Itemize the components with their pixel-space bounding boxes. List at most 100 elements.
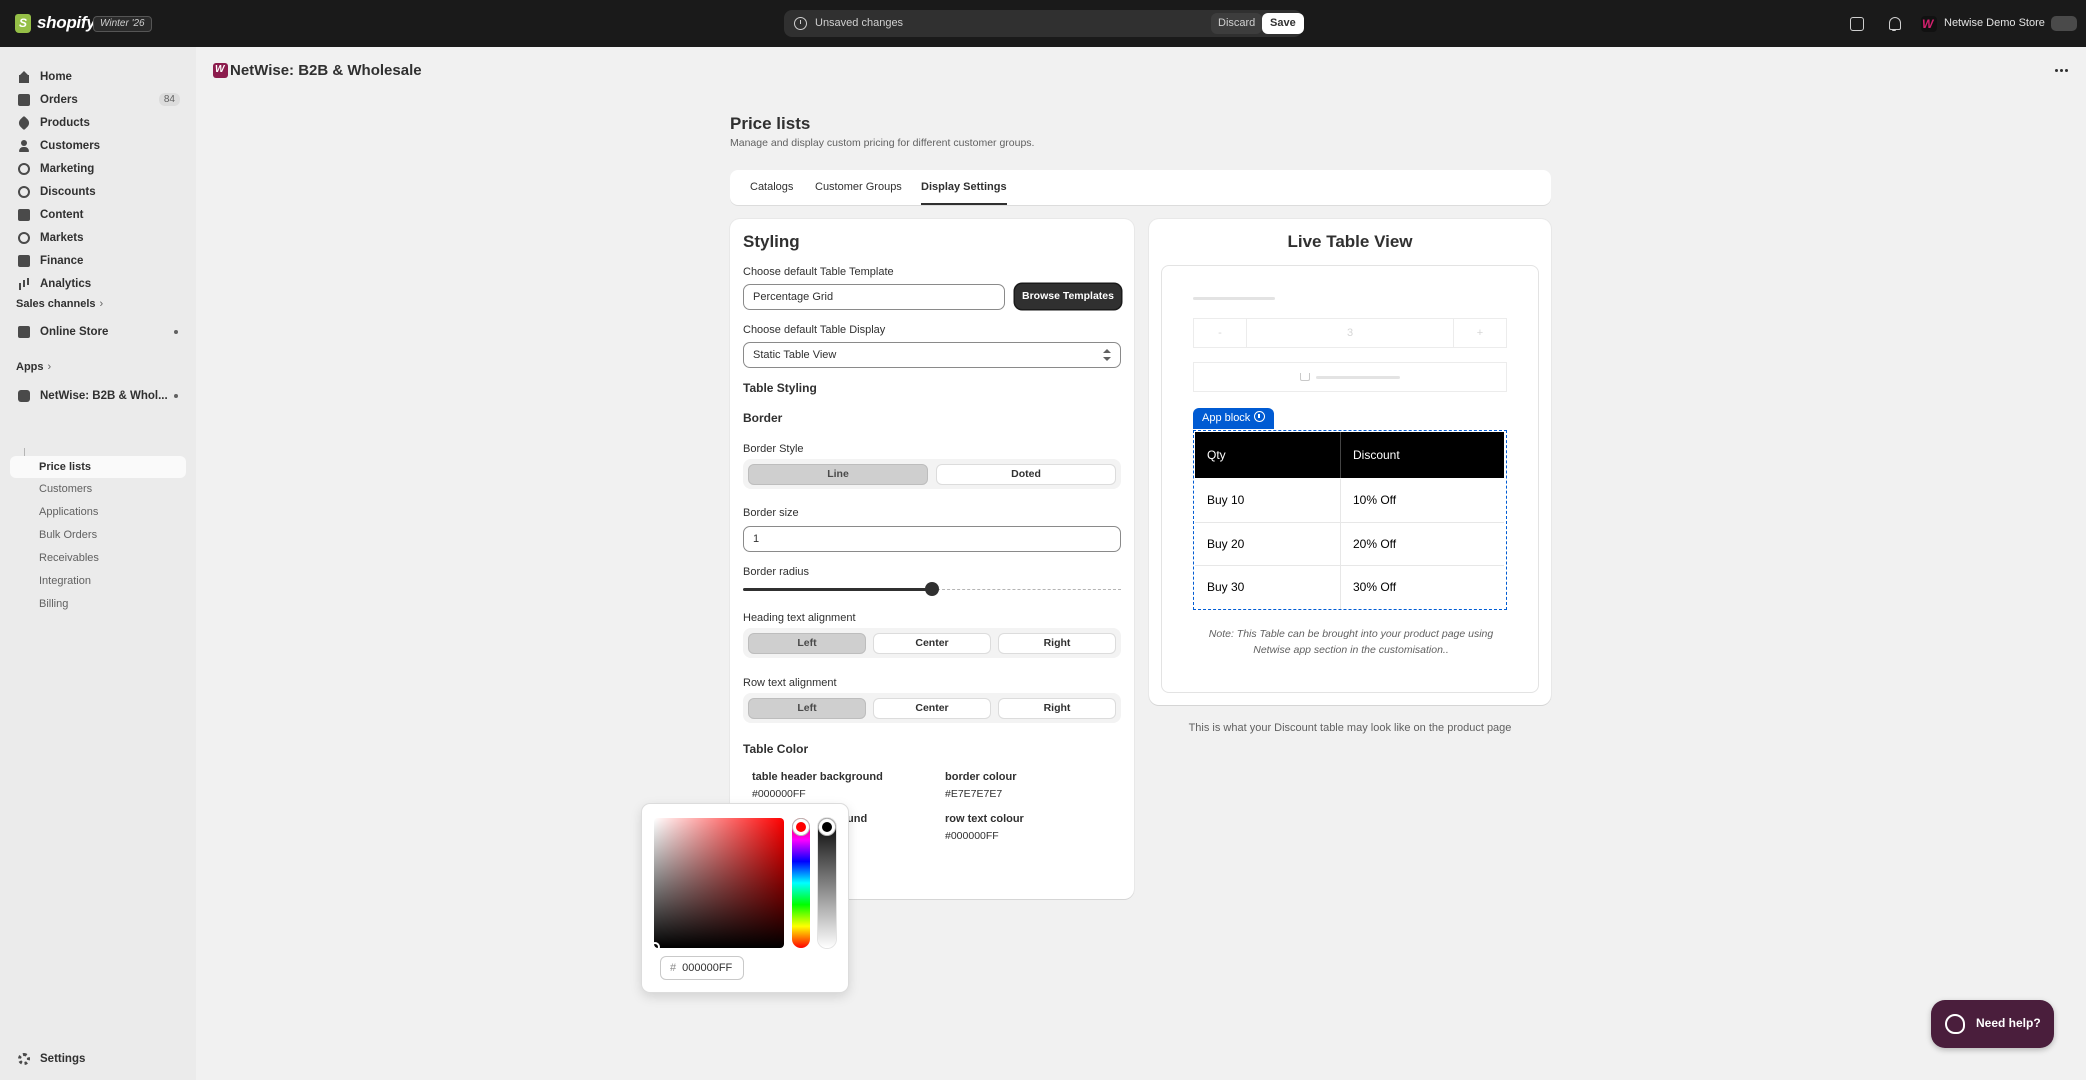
row-align-segmented: Left Center Right [743,693,1121,723]
row-align-left-button[interactable]: Left [748,698,866,719]
saturation-handle[interactable] [650,942,660,952]
preview-note: Note: This Table can be brought into you… [1208,628,1494,656]
border-radius-label: Border radius [743,566,810,578]
table-row: Buy 20 20% Off [1195,522,1504,566]
sidebar-item-products[interactable]: Products [10,112,186,134]
border-radius-slider-track[interactable] [932,589,1121,590]
sidebar-item-discounts[interactable]: Discounts [10,181,186,203]
save-button[interactable]: Save [1262,13,1304,34]
row-align-center-button[interactable]: Center [873,698,991,719]
table-styling-heading: Table Styling [743,381,817,395]
border-radius-slider-fill[interactable] [743,588,932,591]
qty-value: 3 [1346,327,1354,339]
sidebar-item-label: NetWise: B2B & Whol... [40,390,168,402]
heading-align-label: Heading text alignment [743,612,856,624]
sidebar-item-customers[interactable]: Customers [10,135,186,157]
bell-icon[interactable] [1887,17,1901,31]
apps-header[interactable]: Apps › [16,361,51,373]
row-align-right-button[interactable]: Right [998,698,1116,719]
hue-slider[interactable] [792,818,810,948]
border-style-doted-button[interactable]: Doted [936,464,1116,485]
browse-templates-button[interactable]: Browse Templates [1015,284,1121,309]
display-select[interactable]: Static Table View [743,342,1121,368]
sidebar-subitem-applications[interactable]: Applications [39,506,98,518]
tab-catalogs[interactable]: Catalogs [750,170,793,205]
heading-align-center-button[interactable]: Center [873,633,991,654]
table-row: Buy 30 30% Off [1195,565,1504,609]
need-help-button[interactable]: Need help? [1931,1000,2054,1048]
sidebar-subitem-billing[interactable]: Billing [39,598,68,610]
store-initials-badge[interactable] [2051,16,2077,31]
row-align-label: Row text alignment [743,677,837,689]
border-colour-value[interactable]: #E7E7E7E7 [945,788,1002,800]
sidebar-subitem-bulk-orders[interactable]: Bulk Orders [39,529,97,541]
border-size-input[interactable]: 1 [743,526,1121,552]
sidebar-item-label: Online Store [40,326,109,338]
sidebar-item-home[interactable]: Home [10,66,186,88]
store-name[interactable]: Netwise Demo Store [1944,17,2045,29]
edition-badge: Winter '26 [93,16,152,32]
border-colour-label[interactable]: border colour [945,771,1017,783]
sidebar-subitem-receivables[interactable]: Receivables [39,552,99,564]
quantity-stepper-preview: - 3 + [1193,318,1507,348]
alpha-slider[interactable] [818,818,836,948]
more-dot-icon[interactable] [174,394,178,398]
header-bg-color-value[interactable]: #000000FF [752,788,806,800]
alpha-handle[interactable] [819,819,835,835]
cart-icon [1300,373,1310,381]
store-icon[interactable] [1850,17,1864,31]
sidebar-item-label: Customers [40,140,101,152]
app-title: NetWise: B2B & Wholesale [230,62,422,79]
sidebar-item-orders[interactable]: Orders 84 [10,89,186,111]
row-bg-color-label[interactable]: und [847,813,867,825]
sidebar-item-markets[interactable]: Markets [10,227,186,249]
content-icon [18,209,30,221]
skeleton-line [1193,297,1275,300]
sidebar-subitem-customers[interactable]: Customers [39,483,92,495]
tab-customer-groups[interactable]: Customer Groups [815,170,902,205]
store-avatar[interactable] [1921,16,1937,32]
table-row: Buy 10 10% Off [1195,479,1504,522]
hue-handle[interactable] [793,819,809,835]
border-size-label: Border size [743,507,799,519]
app-block-label: App block [1202,412,1251,424]
heading-align-right-button[interactable]: Right [998,633,1116,654]
product-page-preview: - 3 + App block Qty Discount Buy 10 10% … [1161,265,1539,693]
tab-display-settings[interactable]: Display Settings [921,170,1007,205]
sidebar-item-netwise-app[interactable]: NetWise: B2B & Whol... [10,385,186,407]
discard-button[interactable]: Discard [1211,13,1263,34]
sidebar-item-analytics[interactable]: Analytics [10,273,186,295]
sidebar-item-settings[interactable]: Settings [10,1048,85,1070]
sidebar-item-finance[interactable]: Finance [10,250,186,272]
template-input[interactable]: Percentage Grid [743,284,1005,310]
sidebar-item-label: Products [40,117,90,129]
sidebar-subitem-integration[interactable]: Integration [39,575,91,587]
sidebar-item-label: Marketing [40,163,95,175]
sidebar-item-content[interactable]: Content [10,204,186,226]
border-radius-slider-thumb[interactable] [925,582,939,596]
sidebar-subitem-price-lists[interactable]: Price lists [10,456,186,478]
need-help-label: Need help? [1976,1016,2041,1030]
page-subtitle: Manage and display custom pricing for di… [730,137,1035,149]
unsaved-text: Unsaved changes [815,17,904,29]
chevron-right-icon: › [47,361,52,373]
shopify-logo[interactable]: shopify [15,13,96,33]
row-text-colour-label[interactable]: row text colour [945,813,1024,825]
sales-channels-header[interactable]: Sales channels › [16,298,103,310]
border-style-line-button[interactable]: Line [748,464,928,485]
more-dot-icon[interactable] [174,330,178,334]
live-view-caption: This is what your Discount table may loo… [1188,722,1512,734]
heading-align-left-button[interactable]: Left [748,633,866,654]
tag-icon [16,115,32,131]
hex-input[interactable]: #000000FF [660,956,744,980]
sidebar-item-label: Settings [40,1053,86,1065]
more-actions-icon[interactable] [2055,69,2069,73]
header-bg-color-label[interactable]: table header background [752,771,883,783]
sidebar-subitem-label: Price lists [39,461,91,473]
saturation-value-area[interactable] [654,818,784,948]
live-table-view-card: Live Table View - 3 + App block Qty Disc… [1149,219,1551,705]
sidebar-item-online-store[interactable]: Online Store [10,321,186,343]
sidebar: Home Orders 84 Products Customers Market… [0,47,196,1080]
sidebar-item-marketing[interactable]: Marketing [10,158,186,180]
row-text-colour-value[interactable]: #000000FF [945,830,999,842]
